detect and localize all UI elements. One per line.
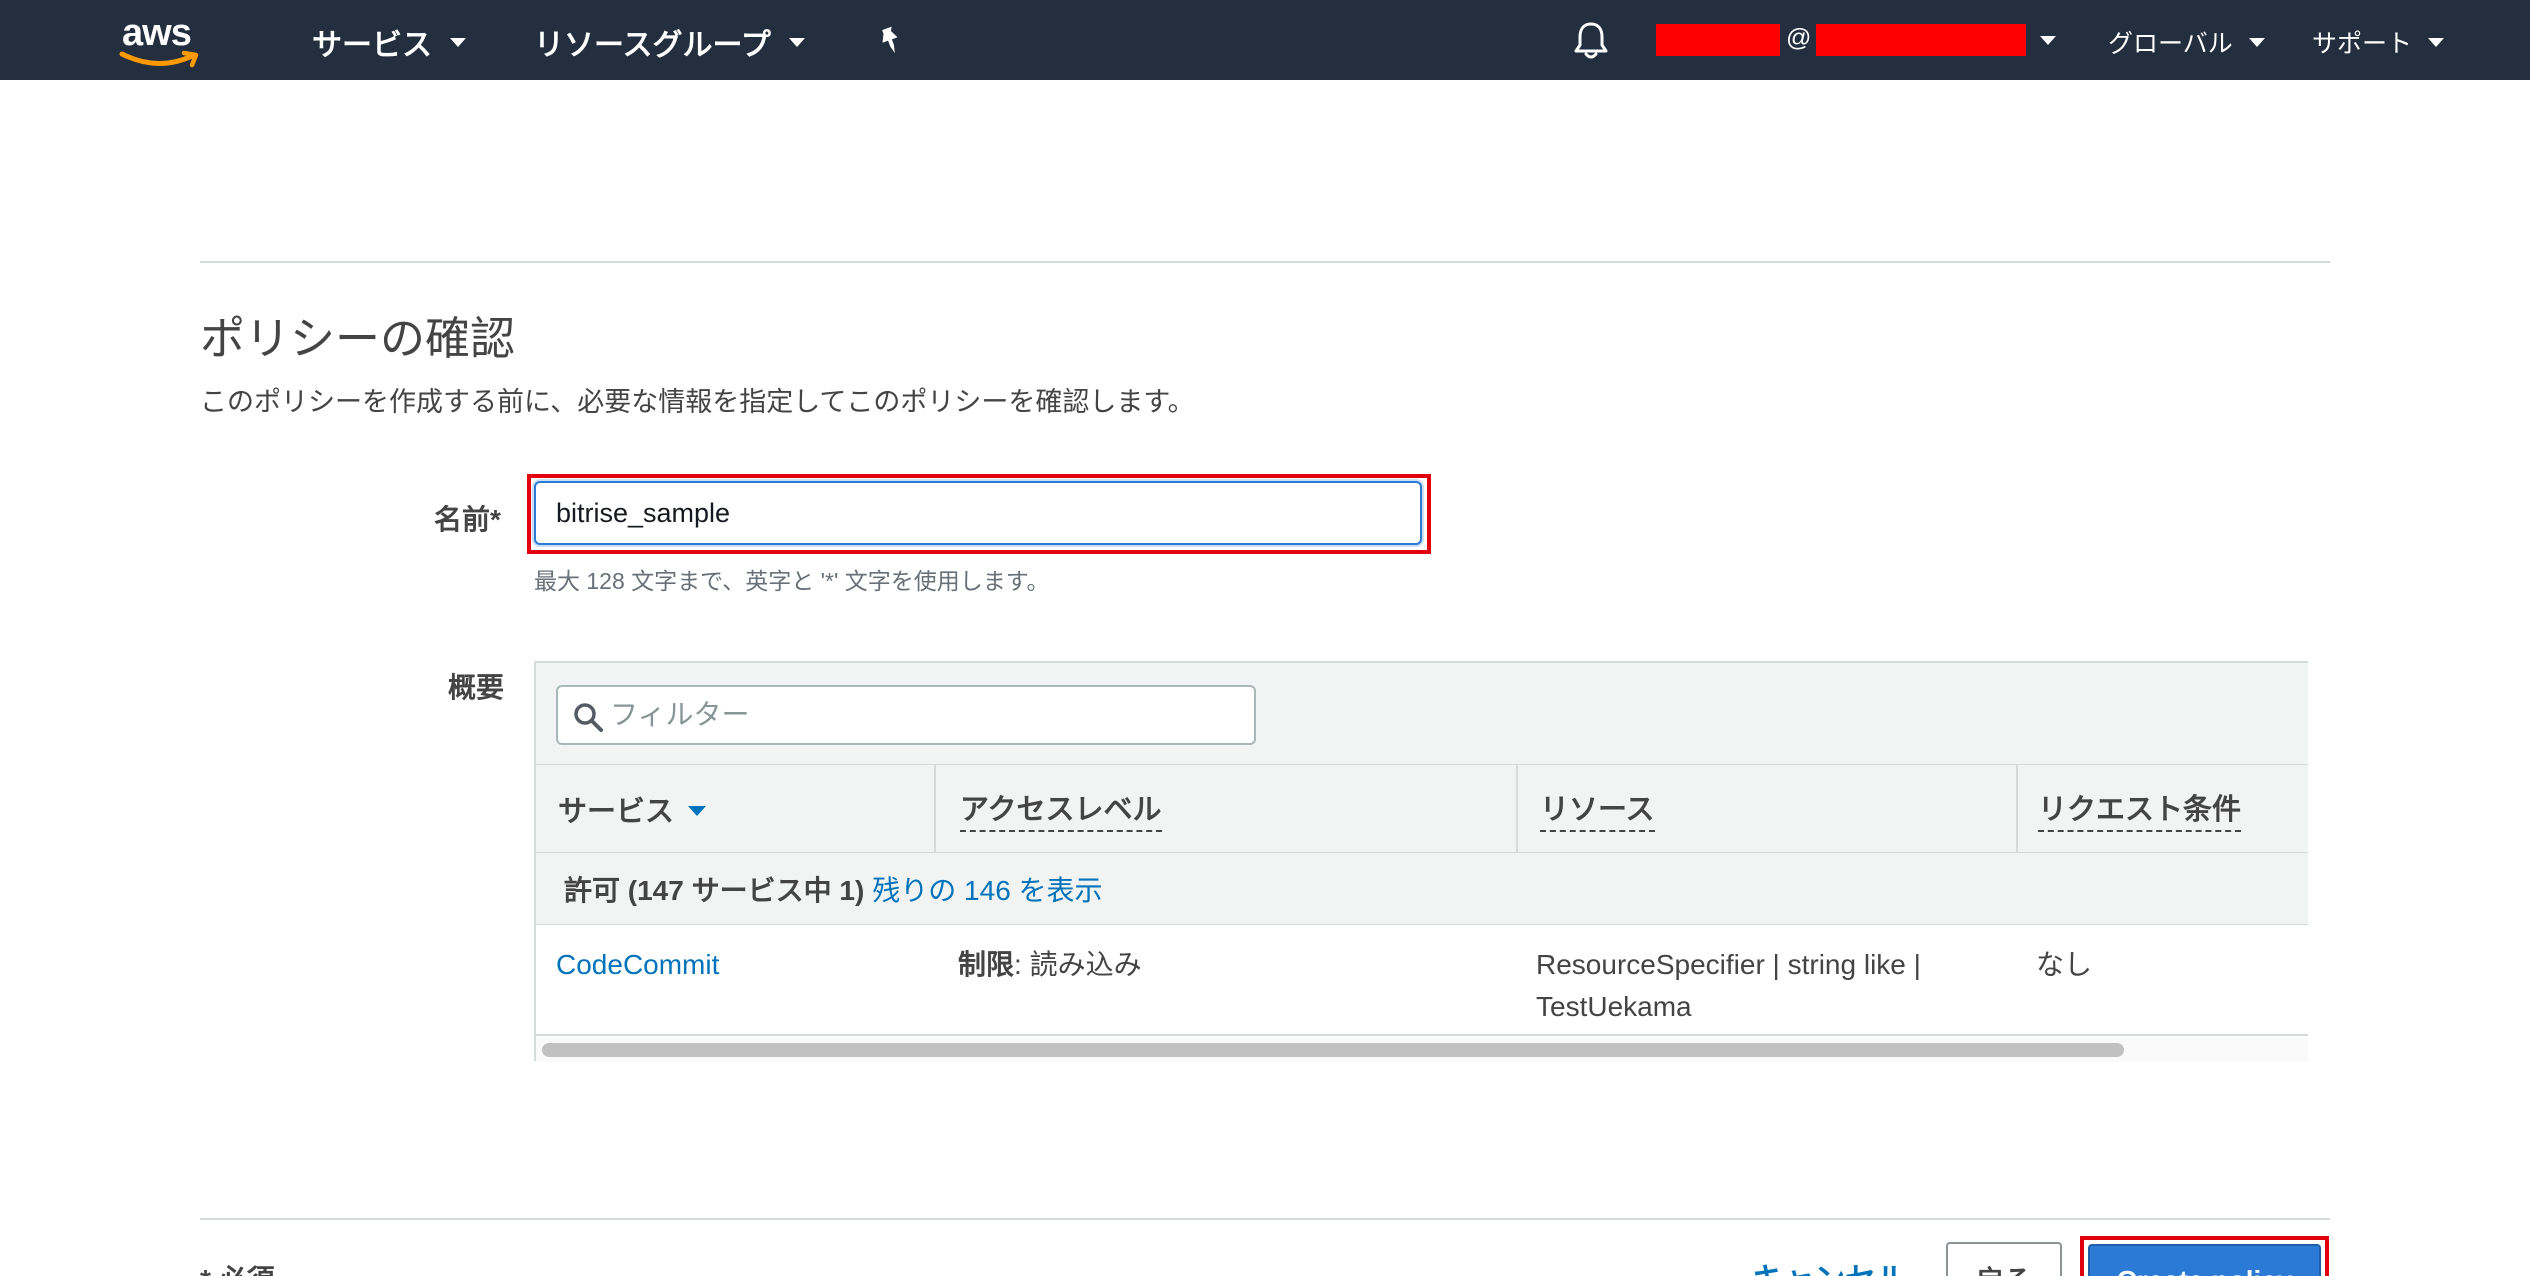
allow-group-row: 許可 (147 サービス中 1) 残りの 146 を表示	[536, 853, 2308, 925]
allow-group-label: 許可 (147 サービス中 1)	[564, 874, 865, 906]
region-menu[interactable]: グローバル	[2108, 24, 2265, 60]
aws-smile-icon	[119, 50, 199, 68]
sort-descending-icon	[688, 806, 707, 816]
column-separator	[1516, 765, 1518, 853]
top-navigation-bar: aws サービス リソースグループ @ グローバル サポート	[0, 0, 2530, 80]
page-title: ポリシーの確認	[200, 313, 516, 364]
search-icon	[574, 703, 603, 732]
account-at-sign: @	[1786, 24, 1812, 52]
bell-icon[interactable]	[1572, 20, 1610, 60]
table-header-row: サービス アクセスレベル リソース リクエスト条件	[536, 765, 2308, 853]
service-cell: CodeCommit	[556, 944, 719, 986]
policy-name-input[interactable]	[534, 481, 1422, 545]
resource-line-2: TestUekama	[1536, 991, 1692, 1022]
support-menu-label: サポート	[2312, 30, 2413, 58]
chevron-down-icon	[2248, 37, 2265, 47]
chevron-down-icon	[450, 37, 466, 47]
resource-cell: ResourceSpecifier | string like | TestUe…	[1536, 944, 1921, 1028]
services-menu-label: サービス	[312, 29, 432, 62]
filter-input[interactable]	[610, 693, 1240, 737]
column-header-access-level[interactable]: アクセスレベル	[960, 765, 1162, 853]
redacted-username	[1656, 24, 1780, 56]
resource-groups-menu[interactable]: リソースグループ	[534, 20, 805, 64]
table-row: CodeCommit 制限: 読み込み ResourceSpecifier | …	[536, 926, 2308, 1036]
access-level-cell: 制限: 読み込み	[958, 944, 1142, 986]
column-header-service[interactable]: サービス	[558, 765, 707, 853]
condition-cell: なし	[2036, 949, 2093, 980]
aws-logo[interactable]: aws	[118, 8, 204, 68]
pin-icon[interactable]	[874, 24, 906, 56]
resource-line-1: ResourceSpecifier | string like |	[1536, 949, 1921, 980]
top-divider	[200, 261, 2330, 263]
horizontal-scrollbar[interactable]	[536, 1038, 2308, 1062]
redacted-account	[1816, 24, 2026, 56]
page-description: このポリシーを作成する前に、必要な情報を指定してこのポリシーを確認します。	[200, 387, 1195, 417]
support-menu[interactable]: サポート	[2312, 24, 2445, 60]
create-policy-button[interactable]: Create policy	[2088, 1244, 2321, 1276]
back-button[interactable]: 戻る	[1946, 1242, 2062, 1276]
footer-divider	[200, 1218, 2330, 1220]
policy-summary-table: サービス アクセスレベル リソース リクエスト条件 許可 (147 サービス中 …	[534, 661, 2308, 1062]
required-note: * 必須	[200, 1258, 275, 1276]
access-level-value: : 読み込み	[1014, 949, 1142, 980]
chevron-down-icon	[2428, 37, 2445, 47]
column-header-request-conditions[interactable]: リクエスト条件	[2038, 765, 2242, 853]
summary-label: 概要	[448, 672, 505, 703]
filter-box[interactable]	[556, 685, 1256, 745]
service-link-codecommit[interactable]: CodeCommit	[556, 949, 719, 980]
horizontal-scrollbar-thumb[interactable]	[542, 1043, 2124, 1057]
column-separator	[934, 765, 936, 853]
column-separator	[2016, 765, 2018, 853]
resource-groups-menu-label: リソースグループ	[534, 29, 771, 62]
show-remaining-link[interactable]: 残りの 146 を表示	[872, 869, 1102, 909]
account-menu-chevron-down-icon[interactable]	[2040, 36, 2056, 45]
access-level-label: 制限	[958, 949, 1015, 980]
services-menu[interactable]: サービス	[312, 20, 466, 64]
cancel-button[interactable]: キャンセル	[1752, 1254, 1907, 1276]
name-field-label: 名前*	[434, 504, 501, 535]
filter-bar	[536, 663, 2308, 765]
column-header-resource[interactable]: リソース	[1540, 765, 1655, 853]
chevron-down-icon	[788, 37, 805, 47]
region-menu-label: グローバル	[2108, 30, 2233, 58]
name-field-hint: 最大 128 文字まで、英字と '*' 文字を使用します。	[534, 568, 1050, 594]
